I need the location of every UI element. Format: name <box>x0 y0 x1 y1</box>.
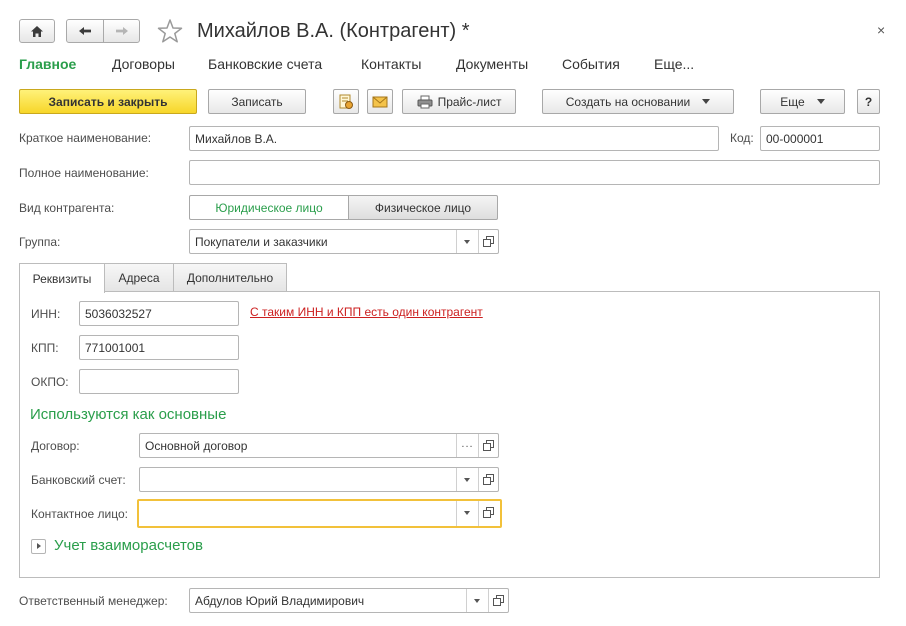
report-icon <box>339 94 353 109</box>
nav-events[interactable]: События <box>562 56 620 72</box>
inn-input[interactable]: 5036032527 <box>79 301 239 326</box>
short-name-value: Михайлов В.А. <box>195 132 278 146</box>
kind-label: Вид контрагента: <box>19 201 115 215</box>
save-button[interactable]: Записать <box>208 89 306 114</box>
star-icon <box>157 19 183 43</box>
mail-button[interactable] <box>367 89 393 114</box>
manager-dropdown-button[interactable] <box>466 589 488 612</box>
window-title: Михайлов В.А. (Контрагент) * <box>197 20 470 42</box>
manager-value: Абдулов Юрий Владимирович <box>195 594 365 608</box>
nav-bank-accounts[interactable]: Банковские счета <box>208 56 322 72</box>
nav-more[interactable]: Еще... <box>654 56 694 72</box>
chevron-right-icon[interactable] <box>31 539 46 554</box>
contact-person-open-button[interactable] <box>478 501 498 526</box>
open-form-icon <box>483 440 494 451</box>
envelope-icon <box>372 96 388 107</box>
create-based-on-label: Создать на основании <box>565 94 691 109</box>
group-open-button[interactable] <box>478 230 498 253</box>
open-form-icon <box>483 236 494 247</box>
create-based-on-button[interactable]: Создать на основании <box>542 89 734 114</box>
favorite-star[interactable] <box>157 18 183 44</box>
more-label: Еще <box>780 94 805 109</box>
help-button[interactable]: ? <box>857 89 880 114</box>
full-name-input[interactable] <box>189 160 880 185</box>
settlements-group-title[interactable]: Учет взаиморасчетов <box>54 537 203 554</box>
more-button[interactable]: Еще <box>760 89 845 114</box>
open-form-icon <box>493 595 504 606</box>
contract-choose-button[interactable]: ... <box>456 434 478 457</box>
nav-documents[interactable]: Документы <box>456 56 528 72</box>
contract-label: Договор: <box>31 439 80 453</box>
tab-requisites[interactable]: Реквизиты <box>19 263 105 293</box>
duplicate-warning-link[interactable]: С таким ИНН и КПП есть один контрагент <box>250 305 483 319</box>
arrow-right-icon <box>115 27 128 35</box>
group-select[interactable]: Покупатели и заказчики <box>189 229 499 254</box>
nav-main[interactable]: Главное <box>19 56 76 72</box>
chevron-down-icon <box>816 99 825 104</box>
tab-additional[interactable]: Дополнительно <box>173 263 287 292</box>
kpp-input[interactable]: 771001001 <box>79 335 239 360</box>
short-name-input[interactable]: Михайлов В.А. <box>189 126 719 151</box>
contract-select[interactable]: Основной договор ... <box>139 433 499 458</box>
bank-account-label: Банковский счет: <box>31 473 126 487</box>
arrow-left-icon <box>79 27 91 35</box>
code-input[interactable]: 00-000001 <box>760 126 880 151</box>
short-name-label: Краткое наименование: <box>19 131 152 145</box>
manager-select[interactable]: Абдулов Юрий Владимирович <box>189 588 509 613</box>
inn-value: 5036032527 <box>85 307 152 321</box>
contact-person-select[interactable] <box>137 499 502 528</box>
save-and-close-button[interactable]: Записать и закрыть <box>19 89 197 114</box>
code-value: 00-000001 <box>766 132 824 146</box>
nav-contacts[interactable]: Контакты <box>361 56 421 72</box>
contract-open-button[interactable] <box>478 434 498 457</box>
code-label: Код: <box>730 131 754 145</box>
contact-person-label: Контактное лицо: <box>31 507 128 521</box>
group-value: Покупатели и заказчики <box>195 235 328 249</box>
okpo-input[interactable] <box>79 369 239 394</box>
manager-label: Ответственный менеджер: <box>19 594 168 608</box>
price-list-label: Прайс-лист <box>437 94 502 109</box>
kpp-value: 771001001 <box>85 341 146 355</box>
bank-account-open-button[interactable] <box>478 468 498 491</box>
open-form-icon <box>483 507 494 518</box>
price-list-button[interactable]: Прайс-лист <box>402 89 516 114</box>
close-icon[interactable]: × <box>877 22 885 38</box>
report-button[interactable] <box>333 89 359 114</box>
contract-value: Основной договор <box>145 439 248 453</box>
home-button[interactable] <box>19 19 55 43</box>
manager-open-button[interactable] <box>488 589 508 612</box>
home-icon <box>31 25 43 37</box>
contact-person-dropdown-button[interactable] <box>456 501 478 526</box>
okpo-label: ОКПО: <box>31 375 69 389</box>
kpp-label: КПП: <box>31 341 59 355</box>
chevron-down-icon <box>702 99 711 104</box>
printer-icon <box>417 95 433 108</box>
main-settings-title: Используются как основные <box>30 406 227 423</box>
group-label: Группа: <box>19 235 61 249</box>
bank-account-select[interactable] <box>139 467 499 492</box>
open-form-icon <box>483 474 494 485</box>
full-name-label: Полное наименование: <box>19 166 149 180</box>
tab-addresses[interactable]: Адреса <box>104 263 174 292</box>
kind-individual-option[interactable]: Физическое лицо <box>348 195 498 220</box>
group-dropdown-button[interactable] <box>456 230 478 253</box>
forward-button[interactable] <box>103 19 140 43</box>
kind-legal-entity-option[interactable]: Юридическое лицо <box>189 195 349 220</box>
nav-contracts[interactable]: Договоры <box>112 56 175 72</box>
back-button[interactable] <box>66 19 104 43</box>
bank-account-dropdown-button[interactable] <box>456 468 478 491</box>
inn-label: ИНН: <box>31 307 61 321</box>
